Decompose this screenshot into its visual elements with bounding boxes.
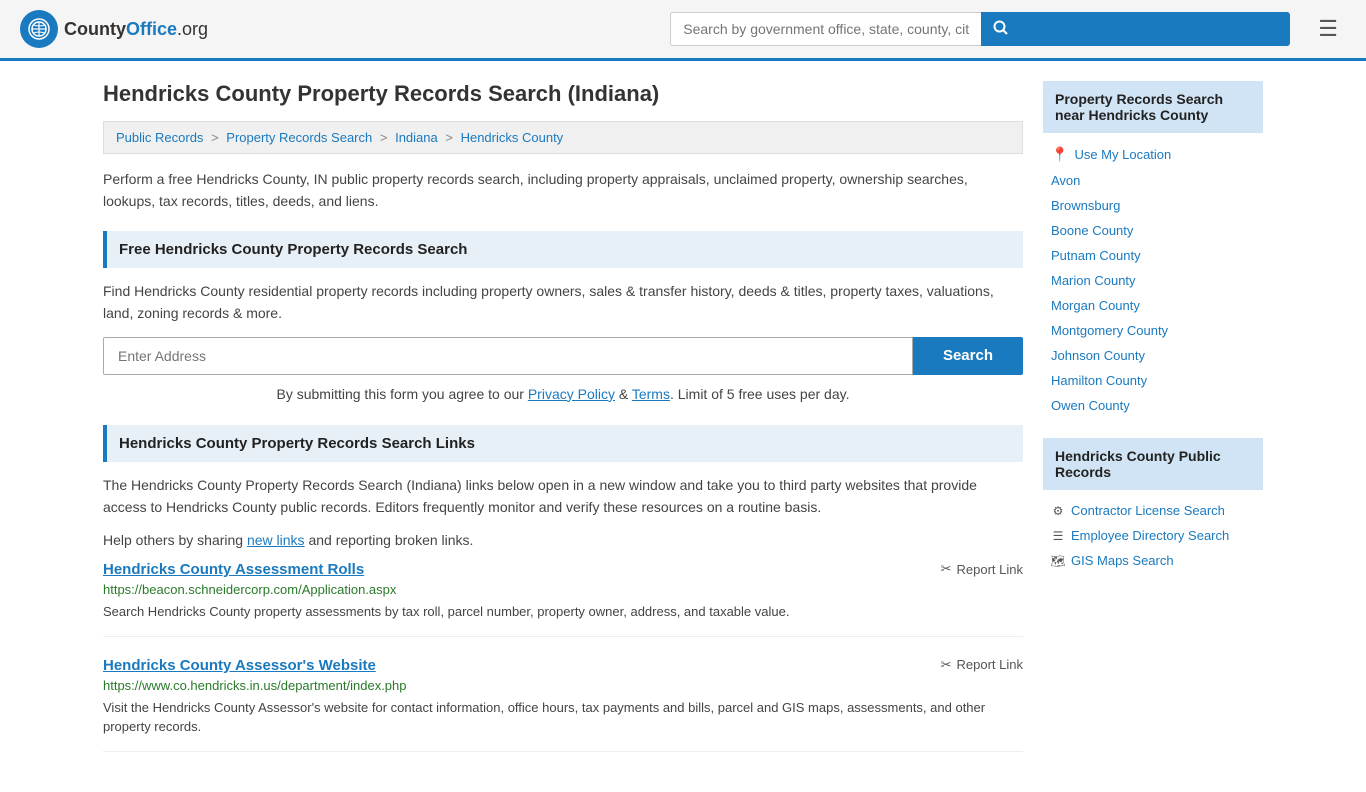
sidebar-employee-directory: ☰ Employee Directory Search [1043,523,1263,548]
logo-text: CountyOffice.org [64,19,208,40]
sidebar-link-morgan-county-anchor[interactable]: Morgan County [1051,298,1140,313]
gear-icon: ⚙ [1051,504,1065,518]
sidebar-link-owen-county: Owen County [1043,393,1263,418]
main-container: Hendricks County Property Records Search… [83,61,1283,792]
link-desc-1: Search Hendricks County property assessm… [103,602,1023,622]
employee-directory-link[interactable]: Employee Directory Search [1071,528,1229,543]
link-item-title-1: Hendricks County Assessment Rolls [103,561,364,578]
list-icon: ☰ [1051,529,1065,543]
site-header: CountyOffice.org ☰ [0,0,1366,61]
sidebar-link-brownsburg: Brownsburg [1043,193,1263,218]
breadcrumb-sep-1: > [211,130,219,145]
contractor-license-link[interactable]: Contractor License Search [1071,503,1225,518]
sidebar-public-records-section: Hendricks County Public Records ⚙ Contra… [1043,438,1263,573]
sidebar-link-johnson-county: Johnson County [1043,343,1263,368]
location-pin-icon: 📍 [1051,146,1068,163]
map-icon: 🗺 [1051,554,1065,568]
header-search-input[interactable] [670,12,981,46]
breadcrumb-sep-3: > [445,130,453,145]
form-disclaimer: By submitting this form you agree to our… [103,383,1023,405]
new-links-link[interactable]: new links [247,532,305,548]
link-item-title-2: Hendricks County Assessor's Website [103,657,376,674]
sidebar-link-hamilton-county-anchor[interactable]: Hamilton County [1051,373,1147,388]
breadcrumb-public-records[interactable]: Public Records [116,130,203,145]
sidebar-link-montgomery-county: Montgomery County [1043,318,1263,343]
sidebar-link-boone-county-anchor[interactable]: Boone County [1051,223,1133,238]
use-my-location-link[interactable]: Use My Location [1074,147,1171,162]
sidebar-link-hamilton-county: Hamilton County [1043,368,1263,393]
address-search-button[interactable]: Search [913,337,1023,375]
sidebar-nearby-header: Property Records Search near Hendricks C… [1043,81,1263,133]
header-search-wrapper [670,12,1290,46]
address-input[interactable] [103,337,913,375]
sidebar-link-avon: Avon [1043,168,1263,193]
sidebar-link-morgan-county: Morgan County [1043,293,1263,318]
sidebar-link-putnam-county: Putnam County [1043,243,1263,268]
report-link-button-2[interactable]: ✂ Report Link [941,657,1023,673]
sidebar-link-marion-county-anchor[interactable]: Marion County [1051,273,1136,288]
sidebar-contractor-license: ⚙ Contractor License Search [1043,498,1263,523]
links-section: Hendricks County Property Records Search… [103,425,1023,752]
report-link-label-2: Report Link [957,657,1023,672]
sidebar-link-johnson-county-anchor[interactable]: Johnson County [1051,348,1145,363]
links-section-header: Hendricks County Property Records Search… [103,425,1023,462]
report-link-label-1: Report Link [957,562,1023,577]
page-description: Perform a free Hendricks County, IN publ… [103,168,1023,213]
privacy-policy-link[interactable]: Privacy Policy [528,386,615,402]
address-search-row: Search [103,337,1023,375]
links-section-desc: The Hendricks County Property Records Se… [103,474,1023,519]
hamburger-menu-button[interactable]: ☰ [1310,12,1346,46]
report-link-button-1[interactable]: ✂ Report Link [941,561,1023,577]
link-item-1: Hendricks County Assessment Rolls ✂ Repo… [103,561,1023,637]
breadcrumb-property-records[interactable]: Property Records Search [226,130,372,145]
link-desc-2: Visit the Hendricks County Assessor's we… [103,698,1023,737]
sidebar-nearby-section: Property Records Search near Hendricks C… [1043,81,1263,418]
sharing-line: Help others by sharing new links and rep… [103,529,1023,551]
sidebar-use-my-location[interactable]: 📍 Use My Location [1043,141,1263,168]
sidebar-link-avon-anchor[interactable]: Avon [1051,173,1080,188]
link-item-title-anchor-1[interactable]: Hendricks County Assessment Rolls [103,561,364,578]
sidebar-link-owen-county-anchor[interactable]: Owen County [1051,398,1130,413]
breadcrumb-indiana[interactable]: Indiana [395,130,438,145]
link-url-1: https://beacon.schneidercorp.com/Applica… [103,582,1023,597]
link-item-title-anchor-2[interactable]: Hendricks County Assessor's Website [103,657,376,674]
breadcrumb: Public Records > Property Records Search… [103,121,1023,154]
sidebar-gis-maps: 🗺 GIS Maps Search [1043,548,1263,573]
report-link-icon-2: ✂ [941,657,952,673]
free-search-section: Free Hendricks County Property Records S… [103,231,1023,405]
sidebar-link-brownsburg-anchor[interactable]: Brownsburg [1051,198,1120,213]
free-search-header: Free Hendricks County Property Records S… [103,231,1023,268]
link-item-header-1: Hendricks County Assessment Rolls ✂ Repo… [103,561,1023,578]
sidebar-link-boone-county: Boone County [1043,218,1263,243]
sidebar-public-records-header: Hendricks County Public Records [1043,438,1263,490]
gis-maps-link[interactable]: GIS Maps Search [1071,553,1174,568]
breadcrumb-hendricks-county[interactable]: Hendricks County [461,130,564,145]
sidebar-link-marion-county: Marion County [1043,268,1263,293]
link-url-2: https://www.co.hendricks.in.us/departmen… [103,678,1023,693]
terms-link[interactable]: Terms [632,386,670,402]
breadcrumb-sep-2: > [380,130,388,145]
report-link-icon-1: ✂ [941,561,952,577]
header-search-button[interactable] [981,12,1291,46]
page-title: Hendricks County Property Records Search… [103,81,1023,107]
link-item-2: Hendricks County Assessor's Website ✂ Re… [103,657,1023,752]
sidebar-link-montgomery-county-anchor[interactable]: Montgomery County [1051,323,1168,338]
sidebar: Property Records Search near Hendricks C… [1043,81,1263,772]
sidebar-link-putnam-county-anchor[interactable]: Putnam County [1051,248,1141,263]
free-search-desc: Find Hendricks County residential proper… [103,280,1023,325]
link-item-header-2: Hendricks County Assessor's Website ✂ Re… [103,657,1023,674]
content-area: Hendricks County Property Records Search… [103,81,1023,772]
logo-icon [20,10,58,48]
site-logo[interactable]: CountyOffice.org [20,10,208,48]
